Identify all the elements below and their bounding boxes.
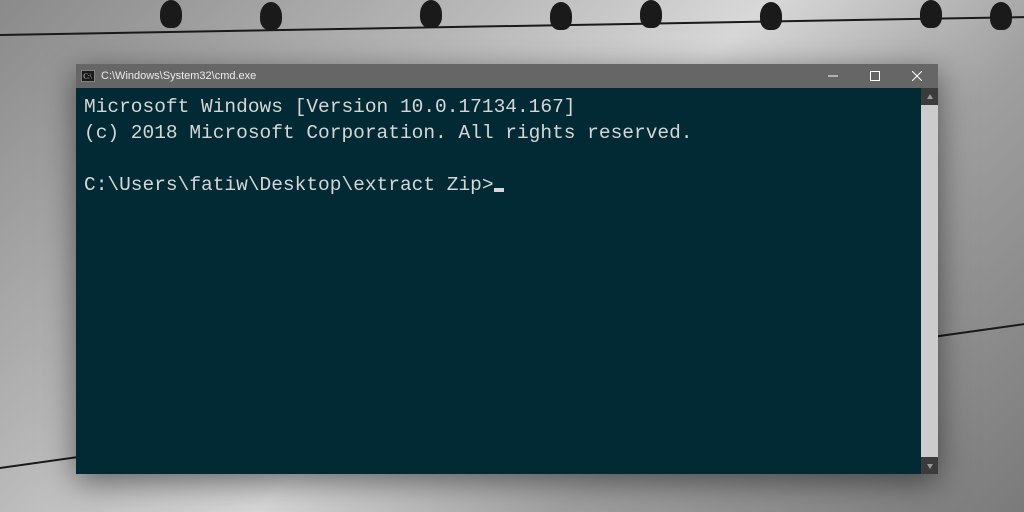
scroll-up-arrow-icon[interactable] — [921, 88, 938, 105]
version-line: Microsoft Windows [Version 10.0.17134.16… — [84, 96, 575, 118]
cmd-icon: C:\ — [81, 70, 95, 82]
titlebar[interactable]: C:\ C:\Windows\System32\cmd.exe — [76, 64, 938, 88]
window-title: C:\Windows\System32\cmd.exe — [101, 70, 256, 82]
terminal-body: Microsoft Windows [Version 10.0.17134.16… — [76, 88, 938, 474]
scroll-thumb[interactable] — [921, 105, 938, 457]
maximize-button[interactable] — [854, 64, 896, 88]
minimize-button[interactable] — [812, 64, 854, 88]
cursor — [494, 188, 504, 192]
close-button[interactable] — [896, 64, 938, 88]
terminal-output[interactable]: Microsoft Windows [Version 10.0.17134.16… — [76, 88, 921, 474]
window-controls — [812, 64, 938, 88]
svg-text:C:\: C:\ — [83, 73, 92, 81]
scroll-down-arrow-icon[interactable] — [921, 457, 938, 474]
scroll-track[interactable] — [921, 105, 938, 457]
vertical-scrollbar[interactable] — [921, 88, 938, 474]
cmd-window: C:\ C:\Windows\System32\cmd.exe Microsof… — [76, 64, 938, 474]
copyright-line: (c) 2018 Microsoft Corporation. All righ… — [84, 122, 693, 144]
prompt: C:\Users\fatiw\Desktop\extract Zip> — [84, 174, 494, 196]
